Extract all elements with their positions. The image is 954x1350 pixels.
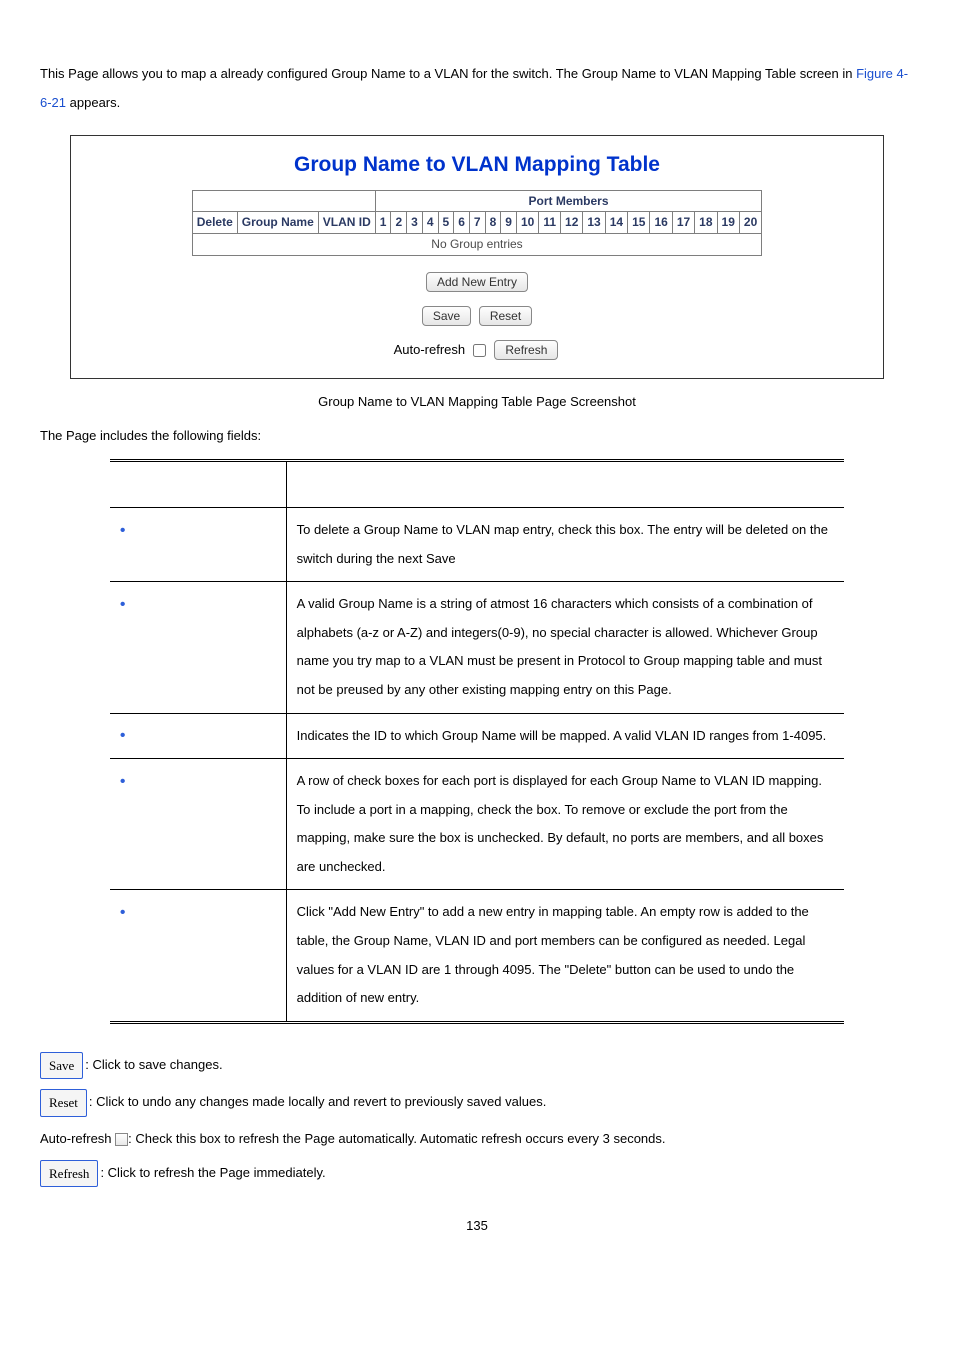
- mapping-table: Port Members Delete Group Name VLAN ID 1…: [192, 190, 763, 256]
- col-port-9: 9: [501, 212, 517, 234]
- col-port-18: 18: [695, 212, 717, 234]
- save-button[interactable]: Save: [422, 306, 471, 326]
- header-object: [110, 461, 286, 508]
- col-port-10: 10: [516, 212, 538, 234]
- reset-button-image: Reset: [40, 1089, 87, 1116]
- intro-suffix: appears.: [66, 95, 120, 110]
- col-port-14: 14: [605, 212, 627, 234]
- col-port-20: 20: [739, 212, 761, 234]
- legend-save-text: : Click to save changes.: [85, 1057, 222, 1072]
- intro-prefix: This Page allows you to map a already co…: [40, 66, 856, 81]
- col-port-7: 7: [469, 212, 485, 234]
- header-description: [286, 461, 844, 508]
- auto-refresh-checkbox[interactable]: [473, 344, 486, 357]
- legend-auto-refresh-prefix: Auto-refresh: [40, 1131, 115, 1146]
- screenshot-panel: Group Name to VLAN Mapping Table Port Me…: [70, 135, 884, 379]
- col-port-16: 16: [650, 212, 672, 234]
- legend-reset-text: : Click to undo any changes made locally…: [89, 1094, 546, 1109]
- bullet-icon: •: [120, 597, 132, 613]
- col-port-1: 1: [375, 212, 391, 234]
- bullet-icon: •: [120, 728, 132, 744]
- legend-auto-refresh: Auto-refresh : Check this box to refresh…: [40, 1127, 914, 1150]
- page-number: 135: [40, 1217, 914, 1235]
- col-port-4: 4: [422, 212, 438, 234]
- save-button-image: Save: [40, 1052, 83, 1079]
- col-port-6: 6: [454, 212, 470, 234]
- fields-table: • To delete a Group Name to VLAN map ent…: [110, 459, 844, 1024]
- field-row-object: •: [110, 582, 286, 713]
- bullet-icon: •: [120, 774, 132, 790]
- col-group-name: Group Name: [237, 212, 318, 234]
- legend-refresh-text: : Click to refresh the Page immediately.: [100, 1165, 325, 1180]
- field-row-desc: Click "Add New Entry" to add a new entry…: [286, 890, 844, 1022]
- blank-header: [192, 190, 375, 212]
- add-new-entry-button[interactable]: Add New Entry: [426, 272, 528, 292]
- fields-section-label: The Page includes the following fields:: [40, 427, 914, 445]
- field-row-desc: To delete a Group Name to VLAN map entry…: [286, 507, 844, 581]
- checkbox-icon: [115, 1133, 128, 1146]
- field-row-object: •: [110, 507, 286, 581]
- col-port-19: 19: [717, 212, 739, 234]
- legend-reset: Reset: Click to undo any changes made lo…: [40, 1089, 914, 1116]
- legend-auto-refresh-text: : Check this box to refresh the Page aut…: [128, 1131, 665, 1146]
- col-delete: Delete: [192, 212, 237, 234]
- col-port-11: 11: [539, 212, 561, 234]
- col-port-2: 2: [391, 212, 407, 234]
- reset-button[interactable]: Reset: [479, 306, 532, 326]
- col-port-17: 17: [672, 212, 694, 234]
- no-group-entries: No Group entries: [192, 234, 762, 256]
- col-vlan-id: VLAN ID: [318, 212, 375, 234]
- col-port-3: 3: [407, 212, 423, 234]
- refresh-button[interactable]: Refresh: [494, 340, 558, 360]
- col-port-5: 5: [438, 212, 454, 234]
- field-row-desc: Indicates the ID to which Group Name wil…: [286, 713, 844, 759]
- col-port-15: 15: [628, 212, 650, 234]
- screenshot-controls: Add New Entry Save Reset Auto-refresh Re…: [77, 270, 877, 362]
- col-port-12: 12: [561, 212, 583, 234]
- field-row-object: •: [110, 713, 286, 759]
- auto-refresh-label: Auto-refresh: [394, 342, 466, 357]
- field-row-desc: A valid Group Name is a string of atmost…: [286, 582, 844, 713]
- col-port-8: 8: [485, 212, 501, 234]
- bullet-icon: •: [120, 523, 132, 539]
- bullet-icon: •: [120, 905, 132, 921]
- legend-refresh: Refresh: Click to refresh the Page immed…: [40, 1160, 914, 1187]
- field-row-object: •: [110, 890, 286, 1022]
- legend-save: Save: Click to save changes.: [40, 1052, 914, 1079]
- col-port-13: 13: [583, 212, 605, 234]
- port-members-header: Port Members: [375, 190, 761, 212]
- intro-paragraph: This Page allows you to map a already co…: [40, 60, 914, 117]
- screenshot-caption: Group Name to VLAN Mapping Table Page Sc…: [40, 393, 914, 411]
- refresh-button-image: Refresh: [40, 1160, 98, 1187]
- field-row-desc: A row of check boxes for each port is di…: [286, 759, 844, 890]
- screenshot-title: Group Name to VLAN Mapping Table: [77, 150, 877, 179]
- field-row-object: •: [110, 759, 286, 890]
